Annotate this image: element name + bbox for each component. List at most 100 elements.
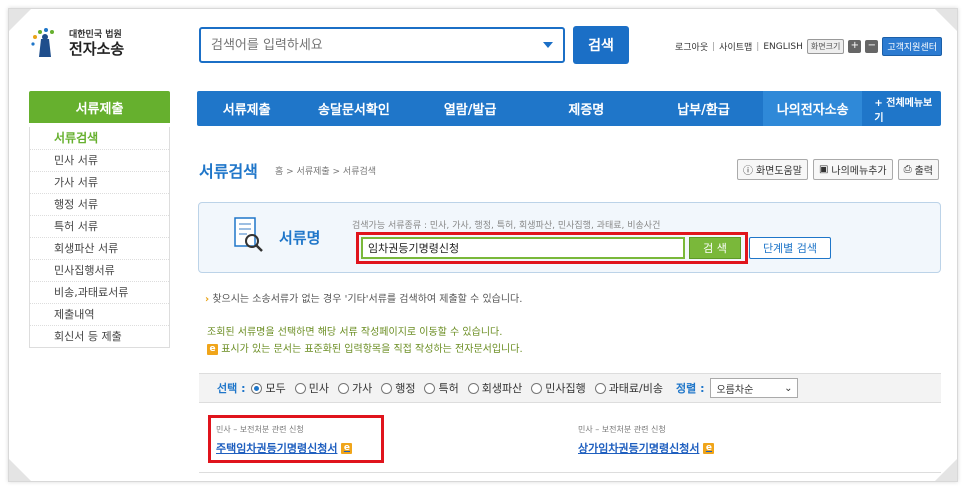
main-nav: 서류제출 송달문서확인 열람/발급 제증명 납부/환급 나의전자소송 + 전체메… [197, 91, 941, 126]
chevron-down-icon: ⌄ [784, 382, 793, 394]
divider [199, 472, 941, 473]
sidebar-item-document-search[interactable]: 서류검색 [30, 127, 169, 149]
help-center-button[interactable]: 고객지원센터 [882, 37, 943, 56]
filter-option-family[interactable]: 가사 [337, 380, 373, 396]
arrow-icon: › [205, 294, 210, 305]
filter-option-civil[interactable]: 민사 [294, 380, 329, 396]
court-emblem-icon [29, 27, 63, 61]
filter-option-fine-noncontentious[interactable]: 과태료/비송 [594, 380, 663, 396]
radio-icon[interactable] [424, 382, 436, 394]
filter-option-civil-execution[interactable]: 민사집행 [531, 380, 586, 396]
filter-option-label: 행정 [395, 382, 416, 395]
site-logo[interactable]: 대한민국 법원 전자소송 [29, 27, 124, 61]
result-link[interactable]: 주택임차권등기명령신청서 e [216, 440, 353, 456]
corner-decoration [935, 9, 957, 31]
document-search-panel: 서류명 검색가능 서류종류 : 민사, 가사, 행정, 특허, 회생파산, 민사… [198, 202, 941, 273]
divider: | [712, 41, 716, 52]
searchable-types-hint: 검색가능 서류종류 : 민사, 가사, 행정, 특허, 회생파산, 민사집행, … [352, 221, 661, 231]
sidebar-item-non-contentious[interactable]: 비송,과태료서류 [30, 281, 169, 303]
filter-option-label: 민사 [308, 382, 329, 395]
other-document-note: › 찾으시는 소송서류가 없는 경우 '기타'서류를 검색하여 제출할 수 있습… [205, 290, 522, 305]
document-name-input[interactable] [361, 237, 685, 259]
e-document-icon: e [703, 442, 715, 454]
document-search-icon [234, 217, 263, 253]
result-title[interactable]: 상가임차권등기명령신청서 [578, 440, 699, 456]
page-title: 서류검색 [199, 162, 258, 181]
printer-icon: ⎙ [903, 164, 912, 175]
sidebar-item-reply-submit[interactable]: 회신서 등 제출 [30, 325, 169, 347]
nav-item-payment[interactable]: 납부/환급 [644, 91, 763, 126]
nav-item-certificate[interactable]: 제증명 [529, 91, 644, 126]
logo-title: 전자소송 [69, 39, 125, 58]
zoom-in-button[interactable]: + [848, 40, 862, 53]
utility-links: 로그아웃 | 사이트맵 | ENGLISH 화면크기 + − 고객지원센터 [675, 37, 943, 56]
step-search-button[interactable]: 단계별 검색 [749, 237, 831, 259]
filter-option-label: 특허 [438, 382, 459, 395]
filter-option-patent[interactable]: 특허 [424, 380, 459, 396]
filter-option-label: 가사 [351, 382, 373, 395]
bookmark-icon: ▣ [818, 164, 829, 175]
divider: | [756, 41, 760, 52]
nav-item-my-ecourt[interactable]: 나의전자소송 [763, 91, 863, 126]
print-button[interactable]: ⎙ 출력 [897, 159, 939, 180]
nav-item-view-issue[interactable]: 열람/발급 [412, 91, 529, 126]
sort-label: 정렬 : [676, 382, 705, 395]
zoom-out-button[interactable]: − [865, 40, 879, 53]
sidebar-item-patent[interactable]: 특허 서류 [30, 215, 169, 237]
document-name-label: 서류명 [279, 229, 321, 247]
radio-icon[interactable] [337, 382, 349, 394]
sort-select[interactable]: 오름차순 ⌄ [710, 378, 799, 398]
result-category: 민사 – 보전처분 관련 신청 [578, 425, 666, 434]
sidebar-item-civil[interactable]: 민사 서류 [30, 149, 169, 171]
radio-icon[interactable] [467, 382, 479, 394]
usage-notes: 조회된 서류명을 선택하면 해당 서류 작성페이지로 이동할 수 있습니다. e… [207, 324, 523, 358]
nav-item-document-submit[interactable]: 서류제출 [197, 91, 296, 126]
sidebar: 서류검색 민사 서류 가사 서류 행정 서류 특허 서류 회생파산 서류 민사집… [29, 127, 170, 348]
radio-icon[interactable] [381, 382, 393, 394]
screenshot-frame: 대한민국 법원 전자소송 검색 로그아웃 | 사이트맵 | ENGLISH 화면… [8, 8, 958, 482]
radio-selected-icon[interactable] [251, 382, 263, 394]
sidebar-item-submission-history[interactable]: 제출내역 [30, 303, 169, 325]
corner-decoration [9, 459, 31, 481]
filter-option-label: 민사집행 [545, 382, 586, 395]
corner-decoration [935, 459, 957, 481]
filter-label: 선택 : [217, 382, 246, 395]
left-menu-title: 서류제출 [29, 91, 170, 123]
radio-icon[interactable] [294, 382, 306, 394]
filter-option-all[interactable]: 모두 [251, 380, 286, 396]
filter-option-label: 과태료/비송 [608, 382, 663, 395]
add-my-menu-button[interactable]: ▣ 나의메뉴추가 [812, 159, 893, 180]
nav-item-delivery-check[interactable]: 송달문서확인 [296, 91, 411, 126]
result-title[interactable]: 주택임차권등기명령신청서 [216, 440, 337, 456]
document-search-button[interactable]: 검 색 [689, 237, 741, 259]
breadcrumb: 홈 > 서류제출 > 서류검색 [275, 167, 377, 177]
result-category: 민사 – 보전처분 관련 신청 [216, 425, 304, 434]
radio-icon[interactable] [531, 382, 543, 394]
global-search-box[interactable] [199, 27, 565, 63]
page-tools: ⓘ 화면도움말 ▣ 나의메뉴추가 ⎙ 출력 [736, 159, 939, 180]
chevron-down-icon[interactable] [543, 42, 553, 48]
sidebar-item-civil-execution[interactable]: 민사집행서류 [30, 259, 169, 281]
sitemap-link[interactable]: 사이트맵 [719, 40, 752, 53]
other-document-note-text: 찾으시는 소송서류가 없는 경우 '기타'서류를 검색하여 제출할 수 있습니다… [212, 294, 523, 305]
sidebar-item-bankruptcy[interactable]: 회생파산 서류 [30, 237, 169, 259]
screen-help-label: 화면도움말 [755, 166, 802, 177]
logout-link[interactable]: 로그아웃 [675, 40, 708, 53]
print-label: 출력 [914, 166, 933, 177]
all-menu-button[interactable]: + 전체메뉴보기 [862, 94, 941, 124]
english-link[interactable]: ENGLISH [763, 42, 803, 52]
global-search-input[interactable] [211, 37, 543, 53]
result-link[interactable]: 상가임차권등기명령신청서 e [578, 440, 715, 456]
usage-note-select: 조회된 서류명을 선택하면 해당 서류 작성페이지로 이동할 수 있습니다. [207, 327, 503, 338]
info-icon: ⓘ [742, 166, 753, 177]
radio-icon[interactable] [594, 382, 606, 394]
screen-help-button[interactable]: ⓘ 화면도움말 [736, 159, 808, 180]
corner-decoration [9, 9, 31, 31]
filter-option-label: 모두 [265, 382, 286, 395]
filter-option-administrative[interactable]: 행정 [381, 380, 415, 396]
usage-note-edoc-text: 표시가 있는 문서는 표준화된 입력항목을 직접 작성하는 전자문서입니다. [221, 344, 523, 355]
global-search-button[interactable]: 검색 [573, 26, 629, 64]
filter-option-bankruptcy[interactable]: 회생파산 [467, 380, 522, 396]
sidebar-item-administrative[interactable]: 행정 서류 [30, 193, 169, 215]
sidebar-item-family[interactable]: 가사 서류 [30, 171, 169, 193]
